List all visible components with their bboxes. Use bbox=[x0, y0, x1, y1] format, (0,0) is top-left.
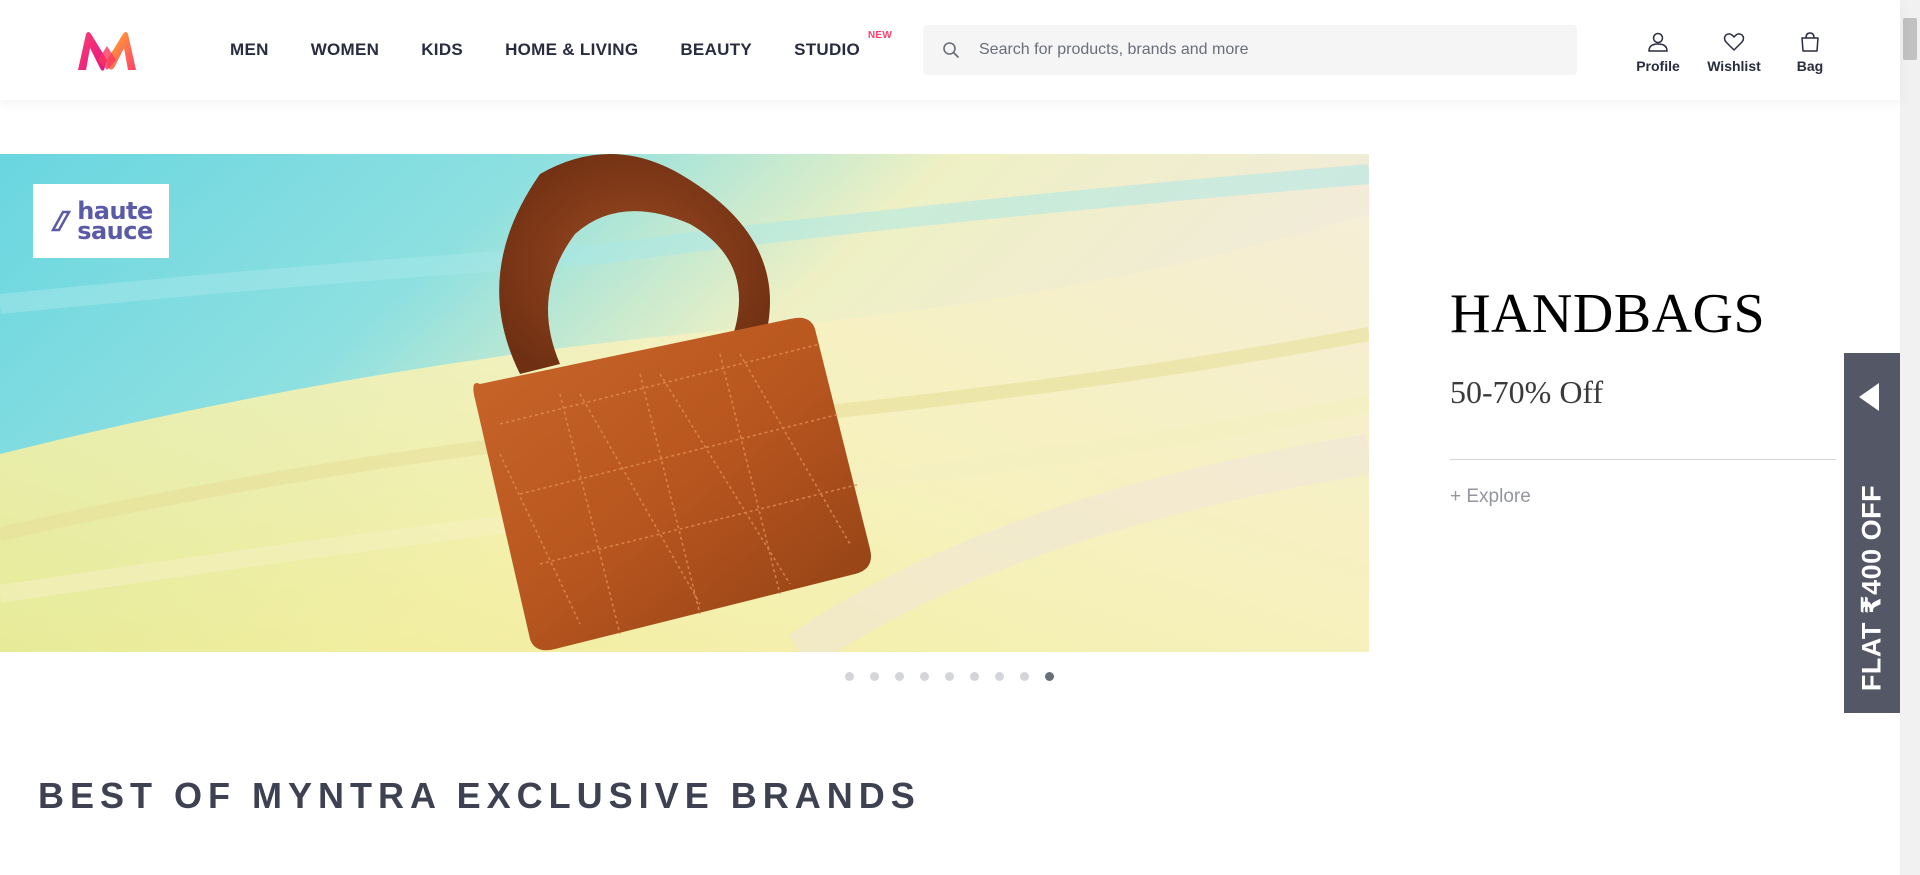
collapse-arrow-icon[interactable] bbox=[1859, 383, 1879, 411]
carousel-dot[interactable] bbox=[920, 672, 929, 681]
carousel-dots bbox=[845, 672, 1070, 681]
page-scrollbar[interactable] bbox=[1900, 0, 1920, 875]
carousel-dot[interactable] bbox=[1020, 672, 1029, 681]
new-badge: NEW bbox=[867, 30, 893, 41]
search-input[interactable] bbox=[979, 30, 1559, 70]
banner-text: HANDBAGS 50-70% Off + Explore bbox=[1450, 282, 1836, 508]
header: MEN WOMEN KIDS HOME & LIVING BEAUTY STUD… bbox=[0, 0, 1900, 100]
carousel-dot[interactable] bbox=[870, 672, 879, 681]
nav-kids[interactable]: KIDS bbox=[421, 40, 463, 60]
profile-button[interactable]: Profile bbox=[1620, 30, 1696, 74]
nav-men[interactable]: MEN bbox=[230, 40, 269, 60]
nav-beauty[interactable]: BEAUTY bbox=[680, 40, 752, 60]
bag-icon bbox=[1801, 32, 1819, 52]
header-actions: Profile Wishlist Bag bbox=[1620, 30, 1848, 74]
main-nav: MEN WOMEN KIDS HOME & LIVING BEAUTY STUD… bbox=[230, 0, 902, 100]
scrollbar-thumb[interactable] bbox=[1903, 18, 1917, 60]
brand-line-2: sauce bbox=[77, 217, 153, 245]
carousel-dot[interactable] bbox=[845, 672, 854, 681]
heart-icon bbox=[1723, 33, 1745, 51]
carousel-dot[interactable] bbox=[895, 672, 904, 681]
brand-mark-icon bbox=[51, 210, 72, 232]
section-title: BEST OF MYNTRA EXCLUSIVE BRANDS bbox=[38, 775, 921, 816]
banner-divider bbox=[1450, 459, 1836, 460]
nav-women[interactable]: WOMEN bbox=[311, 40, 380, 60]
nav-studio[interactable]: STUDIO NEW bbox=[794, 30, 892, 60]
banner-title: HANDBAGS bbox=[1450, 283, 1766, 345]
profile-icon bbox=[1648, 32, 1668, 52]
explore-link[interactable]: + Explore bbox=[1450, 486, 1836, 508]
profile-label: Profile bbox=[1636, 58, 1680, 74]
handbag-photo bbox=[0, 154, 1369, 652]
coupon-text: FLAT ₹400 OFF bbox=[1856, 484, 1887, 692]
banner-image[interactable]: haute sauce bbox=[0, 154, 1369, 652]
brand-logo[interactable]: haute sauce bbox=[33, 184, 169, 258]
search-bar bbox=[923, 25, 1577, 75]
carousel-dot[interactable] bbox=[945, 672, 954, 681]
search-icon[interactable] bbox=[923, 41, 979, 59]
banner-subtitle: 50-70% Off bbox=[1450, 374, 1604, 410]
wishlist-label: Wishlist bbox=[1707, 58, 1761, 74]
coupon-tab[interactable]: FLAT ₹400 OFF bbox=[1844, 353, 1900, 713]
wishlist-button[interactable]: Wishlist bbox=[1696, 30, 1772, 74]
myntra-logo[interactable] bbox=[76, 30, 138, 74]
bag-button[interactable]: Bag bbox=[1772, 30, 1848, 74]
carousel-dot-active[interactable] bbox=[1045, 672, 1054, 681]
bag-label: Bag bbox=[1796, 58, 1824, 74]
carousel-dot[interactable] bbox=[995, 672, 1004, 681]
carousel-dot[interactable] bbox=[970, 672, 979, 681]
nav-home-living[interactable]: HOME & LIVING bbox=[505, 40, 638, 60]
